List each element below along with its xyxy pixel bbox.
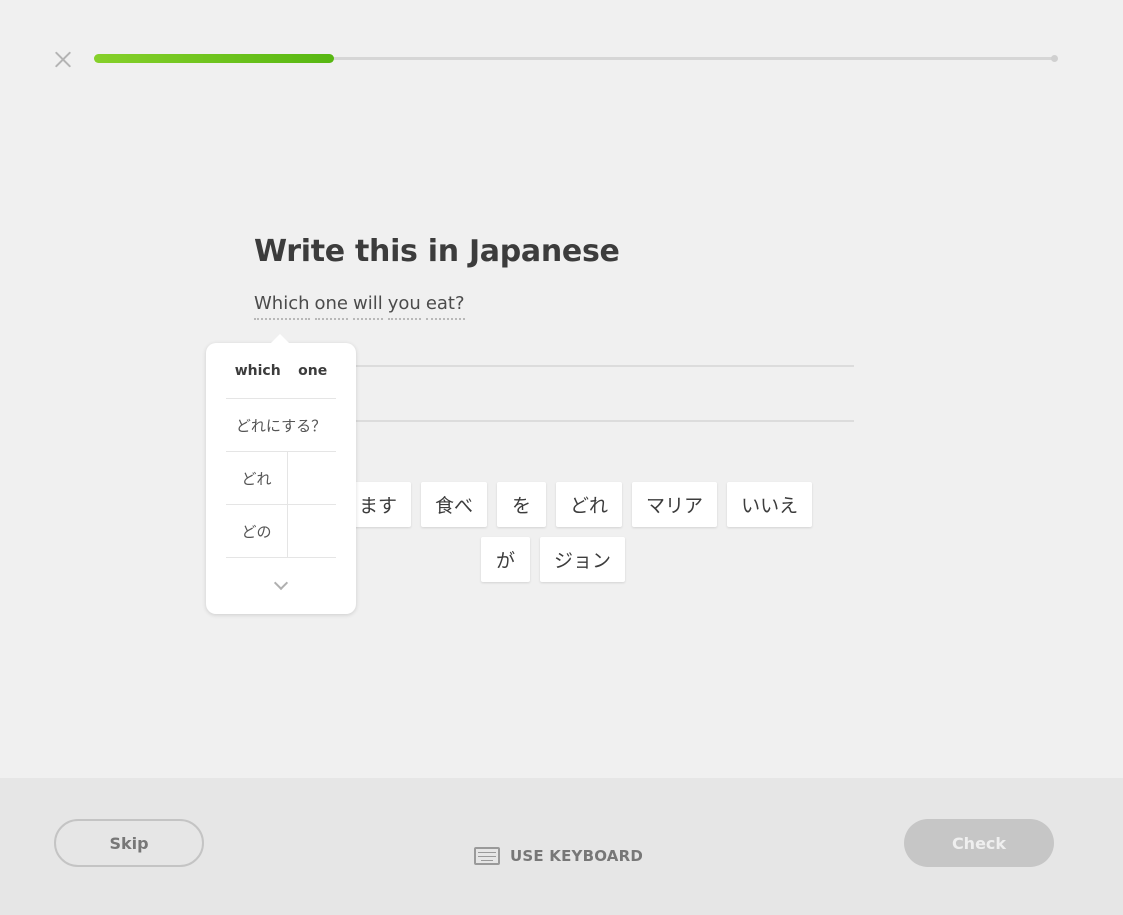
hint-header-word: which — [234, 362, 281, 379]
use-keyboard-toggle[interactable]: USE KEYBOARD — [474, 847, 643, 865]
hint-popover: which one どれにする？ どれ どの — [206, 334, 356, 614]
progress-bar-fill — [94, 54, 334, 63]
prompt-word[interactable]: will — [353, 293, 383, 320]
word-tile[interactable]: を — [497, 482, 547, 527]
word-bank-row: ます 食べ を どれ マリア いいえ — [345, 482, 813, 527]
progress-bar — [94, 54, 1058, 63]
challenge-title: Write this in Japanese — [254, 234, 620, 269]
lesson-page: Write this in Japanese Which one will yo… — [0, 0, 1123, 915]
word-tile[interactable]: ジョン — [540, 537, 626, 582]
footer-bar: Skip USE KEYBOARD Check — [0, 778, 1123, 915]
hint-translation: どの — [226, 505, 288, 557]
hint-header-word: one — [298, 362, 328, 379]
hint-header: which one — [226, 343, 336, 399]
check-button[interactable]: Check — [904, 819, 1054, 867]
hint-row: どの — [226, 505, 336, 558]
chevron-down-icon — [273, 575, 289, 591]
hint-translation: どれ — [226, 452, 288, 504]
word-tile[interactable]: 食べ — [421, 482, 488, 527]
prompt-word[interactable]: Which — [254, 293, 310, 320]
prompt-word[interactable]: you — [387, 293, 421, 320]
word-tile[interactable]: いいえ — [727, 482, 813, 527]
word-bank-row: が ジョン — [481, 537, 626, 582]
prompt-sentence: Which one will you eat? — [254, 293, 465, 320]
hint-more-button[interactable] — [206, 571, 356, 601]
use-keyboard-label: USE KEYBOARD — [510, 847, 643, 865]
skip-button[interactable]: Skip — [54, 819, 204, 867]
hint-phrase: どれにする？ — [226, 399, 336, 452]
word-tile[interactable]: が — [481, 537, 530, 582]
hint-row: どれ — [226, 452, 336, 505]
word-tile[interactable]: どれ — [556, 482, 623, 527]
prompt-word[interactable]: eat? — [425, 293, 465, 320]
progress-bar-end — [1051, 55, 1058, 62]
prompt-word[interactable]: one — [314, 293, 349, 320]
word-tile[interactable]: マリア — [632, 482, 718, 527]
keyboard-icon — [474, 847, 500, 865]
close-icon[interactable] — [50, 46, 76, 72]
